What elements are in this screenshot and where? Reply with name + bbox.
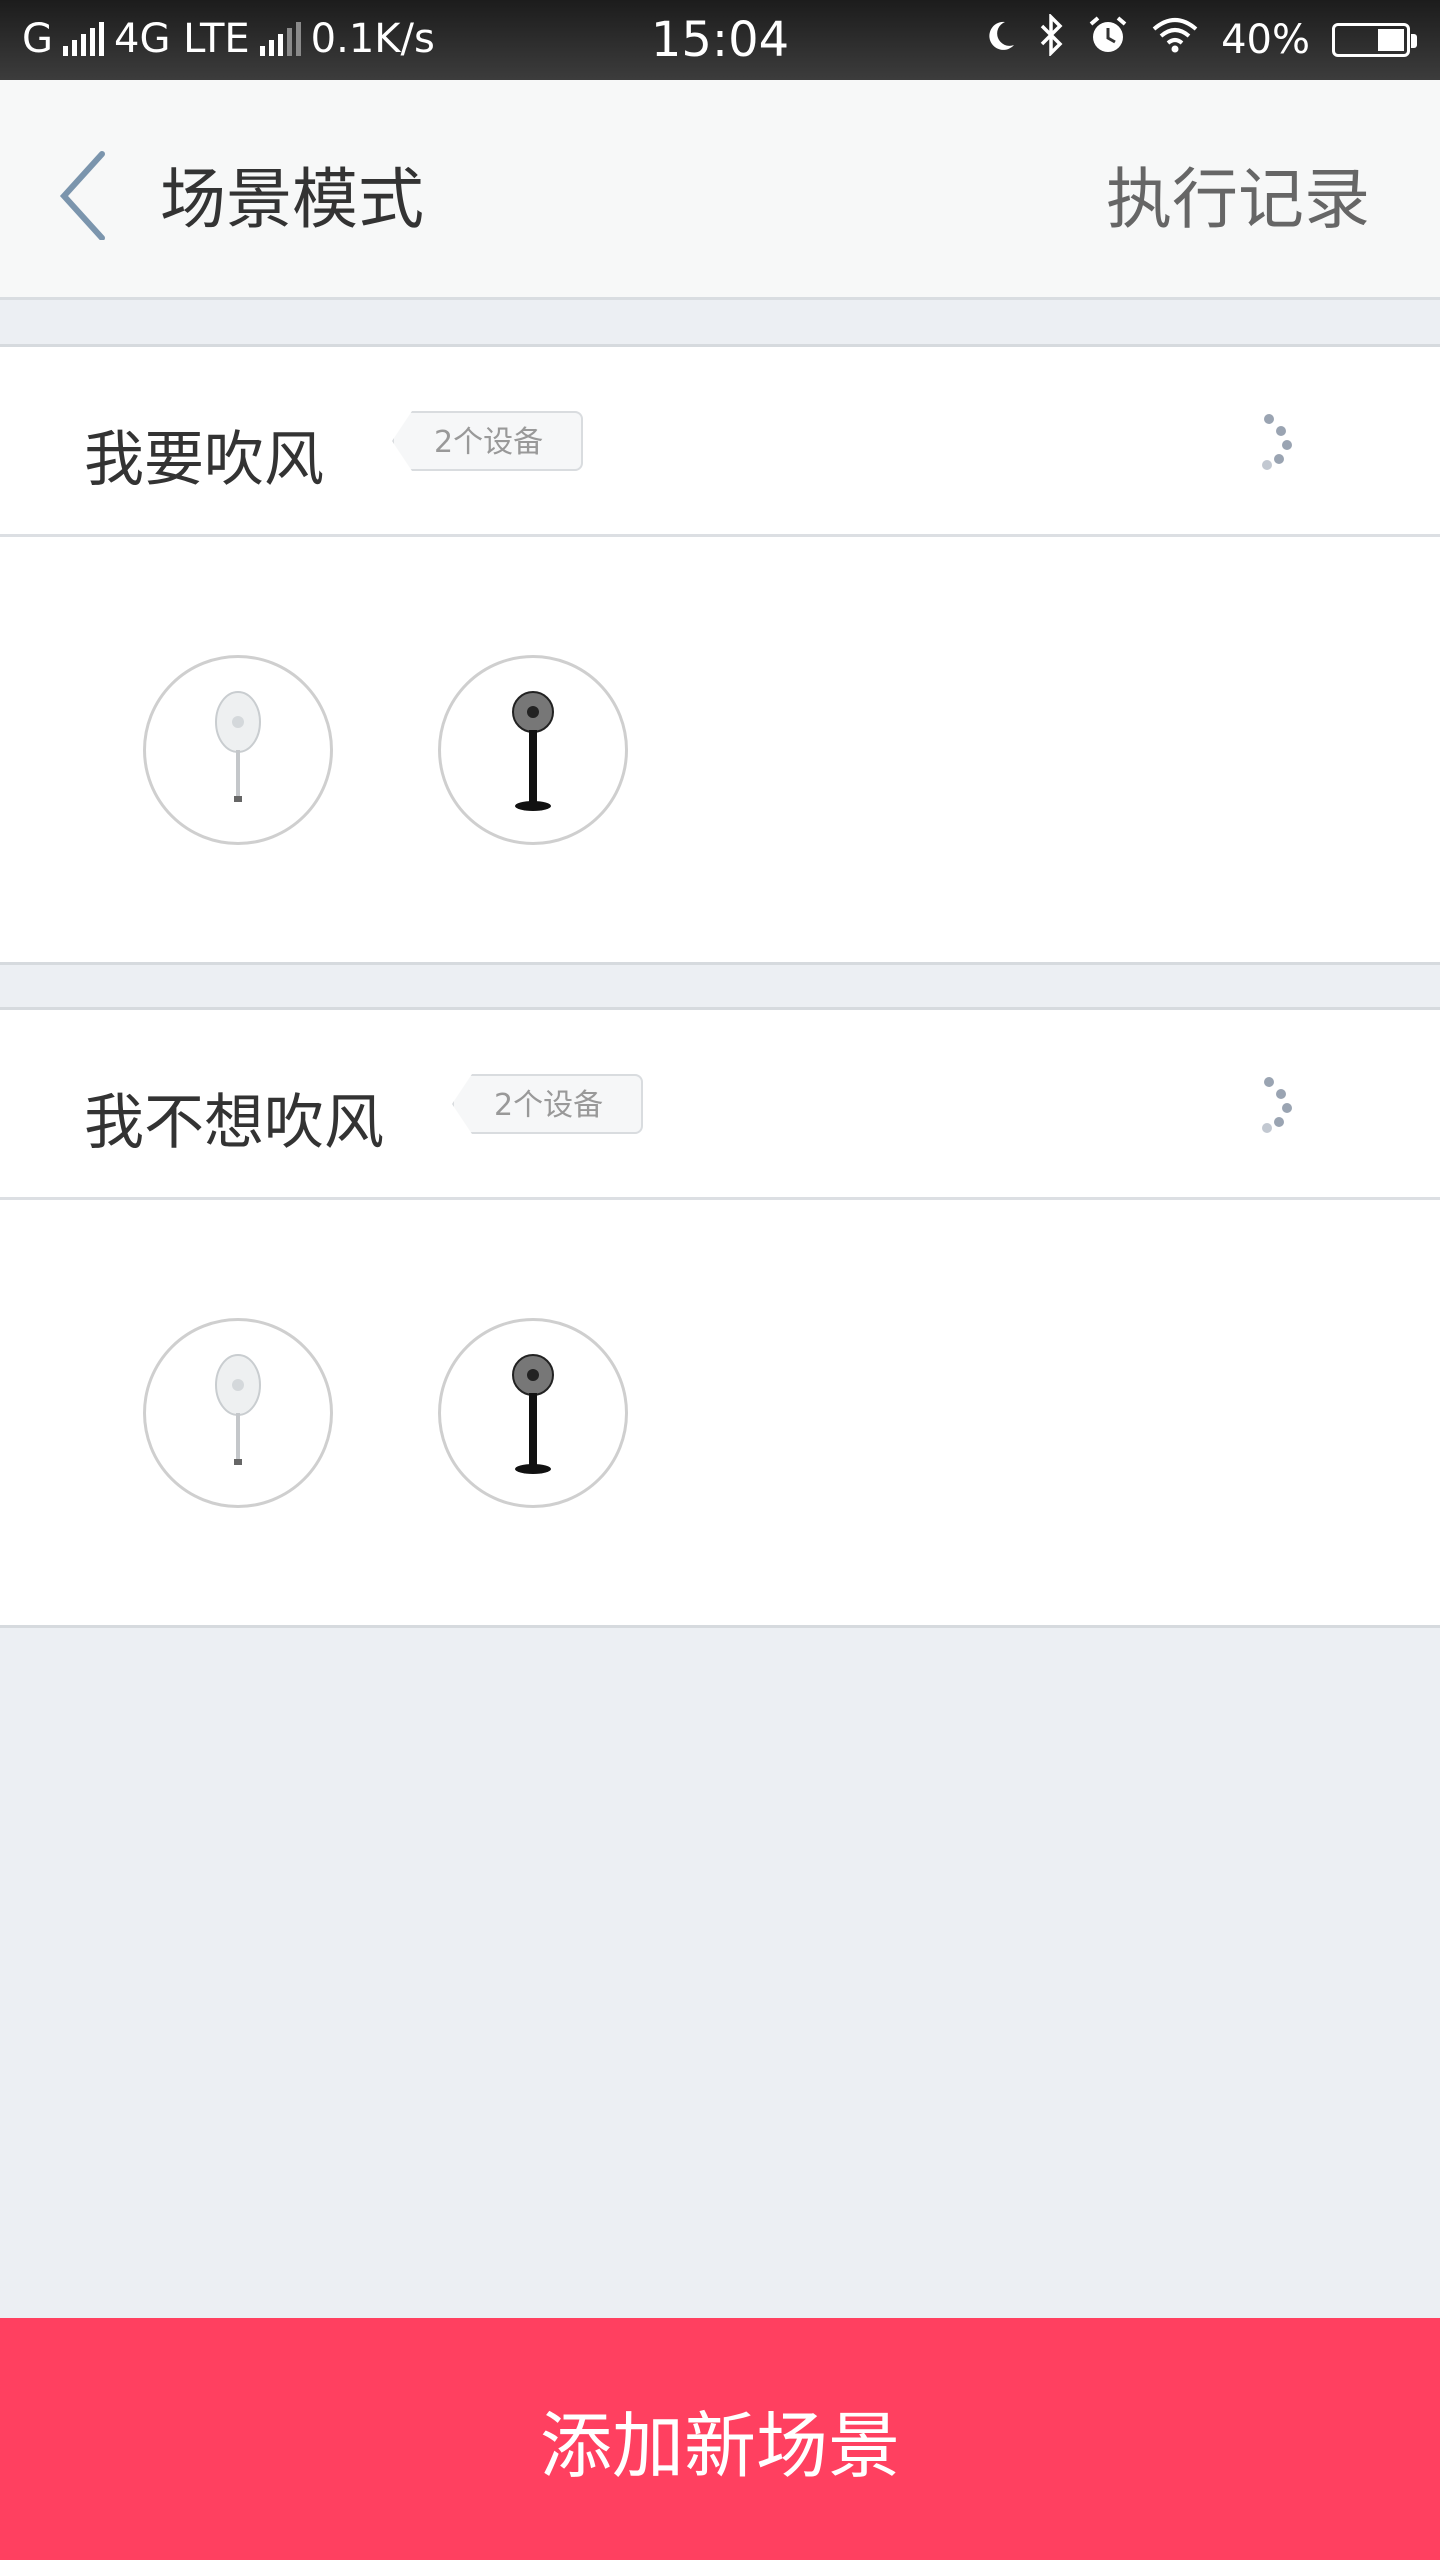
scene-loading-icon[interactable] xyxy=(1260,1075,1300,1135)
black-stand-fan-icon xyxy=(512,691,554,811)
status-right: 40% xyxy=(987,12,1417,66)
scene-name: 我要吹风 xyxy=(84,425,324,495)
device-avatar[interactable] xyxy=(143,655,333,845)
white-stand-fan-icon xyxy=(215,691,261,802)
scene-name: 我不想吹风 xyxy=(84,1088,384,1158)
execution-history-link[interactable]: 执行记录 xyxy=(1106,146,1370,242)
black-stand-fan-icon xyxy=(512,1354,554,1474)
device-list xyxy=(0,537,1440,962)
scene-card[interactable]: 我不想吹风 2个设备 xyxy=(0,1007,1440,1628)
alarm-icon xyxy=(1087,14,1129,66)
moon-icon xyxy=(987,17,1017,63)
page-title: 场景模式 xyxy=(160,161,424,238)
back-button[interactable] xyxy=(50,140,130,241)
app-header: 场景模式 执行记录 xyxy=(0,80,1440,300)
battery-icon xyxy=(1332,23,1417,57)
device-list xyxy=(0,1200,1440,1625)
status-bar: G 4G LTE 0.1K/s 15:04 40% xyxy=(0,0,1440,80)
scene-card-header: 我要吹风 2个设备 xyxy=(0,347,1440,537)
device-count-badge: 2个设备 xyxy=(392,411,584,471)
battery-percent: 40% xyxy=(1221,17,1310,63)
chevron-left-icon xyxy=(59,151,105,241)
add-scene-button[interactable]: 添加新场景 xyxy=(0,2318,1440,2560)
device-avatar[interactable] xyxy=(143,1318,333,1508)
device-avatar[interactable] xyxy=(438,655,628,845)
device-count-badge: 2个设备 xyxy=(452,1074,644,1134)
bluetooth-icon xyxy=(1039,12,1065,66)
white-stand-fan-icon xyxy=(215,1354,261,1465)
scene-card-header: 我不想吹风 2个设备 xyxy=(0,1010,1440,1200)
device-avatar[interactable] xyxy=(438,1318,628,1508)
scene-loading-icon[interactable] xyxy=(1260,412,1300,472)
wifi-icon xyxy=(1151,17,1199,63)
scene-card[interactable]: 我要吹风 2个设备 xyxy=(0,344,1440,965)
